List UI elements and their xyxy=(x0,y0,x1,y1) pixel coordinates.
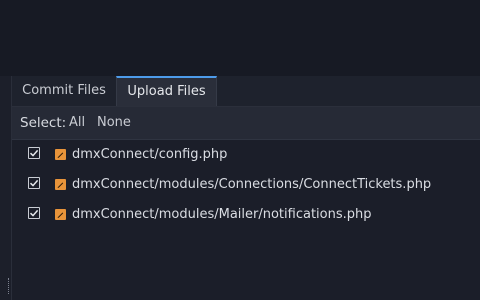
tab-commit-files[interactable]: Commit Files xyxy=(12,76,116,106)
file-row[interactable]: dmxConnect/config.php xyxy=(12,140,480,170)
php-file-icon xyxy=(55,149,66,160)
file-row[interactable]: dmxConnect/modules/Mailer/notifications.… xyxy=(12,200,480,230)
file-path: dmxConnect/modules/Connections/ConnectTi… xyxy=(72,177,432,192)
file-row[interactable]: dmxConnect/modules/Connections/ConnectTi… xyxy=(12,170,480,200)
select-none-link[interactable]: None xyxy=(97,107,131,139)
check-icon xyxy=(29,179,39,187)
file-checkbox[interactable] xyxy=(28,207,40,219)
empty-editor-area xyxy=(0,0,480,76)
select-all-link[interactable]: All xyxy=(69,107,85,139)
file-path: dmxConnect/modules/Mailer/notifications.… xyxy=(72,207,372,222)
tab-upload-files[interactable]: Upload Files xyxy=(116,76,217,106)
check-icon xyxy=(29,209,39,217)
files-panel: Commit Files Upload Files Select: All No… xyxy=(12,76,480,300)
resize-handle[interactable] xyxy=(8,278,11,294)
tab-bar: Commit Files Upload Files xyxy=(12,76,480,107)
file-path: dmxConnect/config.php xyxy=(72,147,228,162)
file-checkbox[interactable] xyxy=(28,147,40,159)
php-file-icon xyxy=(55,209,66,220)
select-toolbar: Select: All None xyxy=(12,107,480,140)
file-checkbox[interactable] xyxy=(28,177,40,189)
php-file-icon xyxy=(55,179,66,190)
check-icon xyxy=(29,149,39,157)
select-label: Select: xyxy=(20,115,67,131)
left-gutter xyxy=(0,76,12,300)
